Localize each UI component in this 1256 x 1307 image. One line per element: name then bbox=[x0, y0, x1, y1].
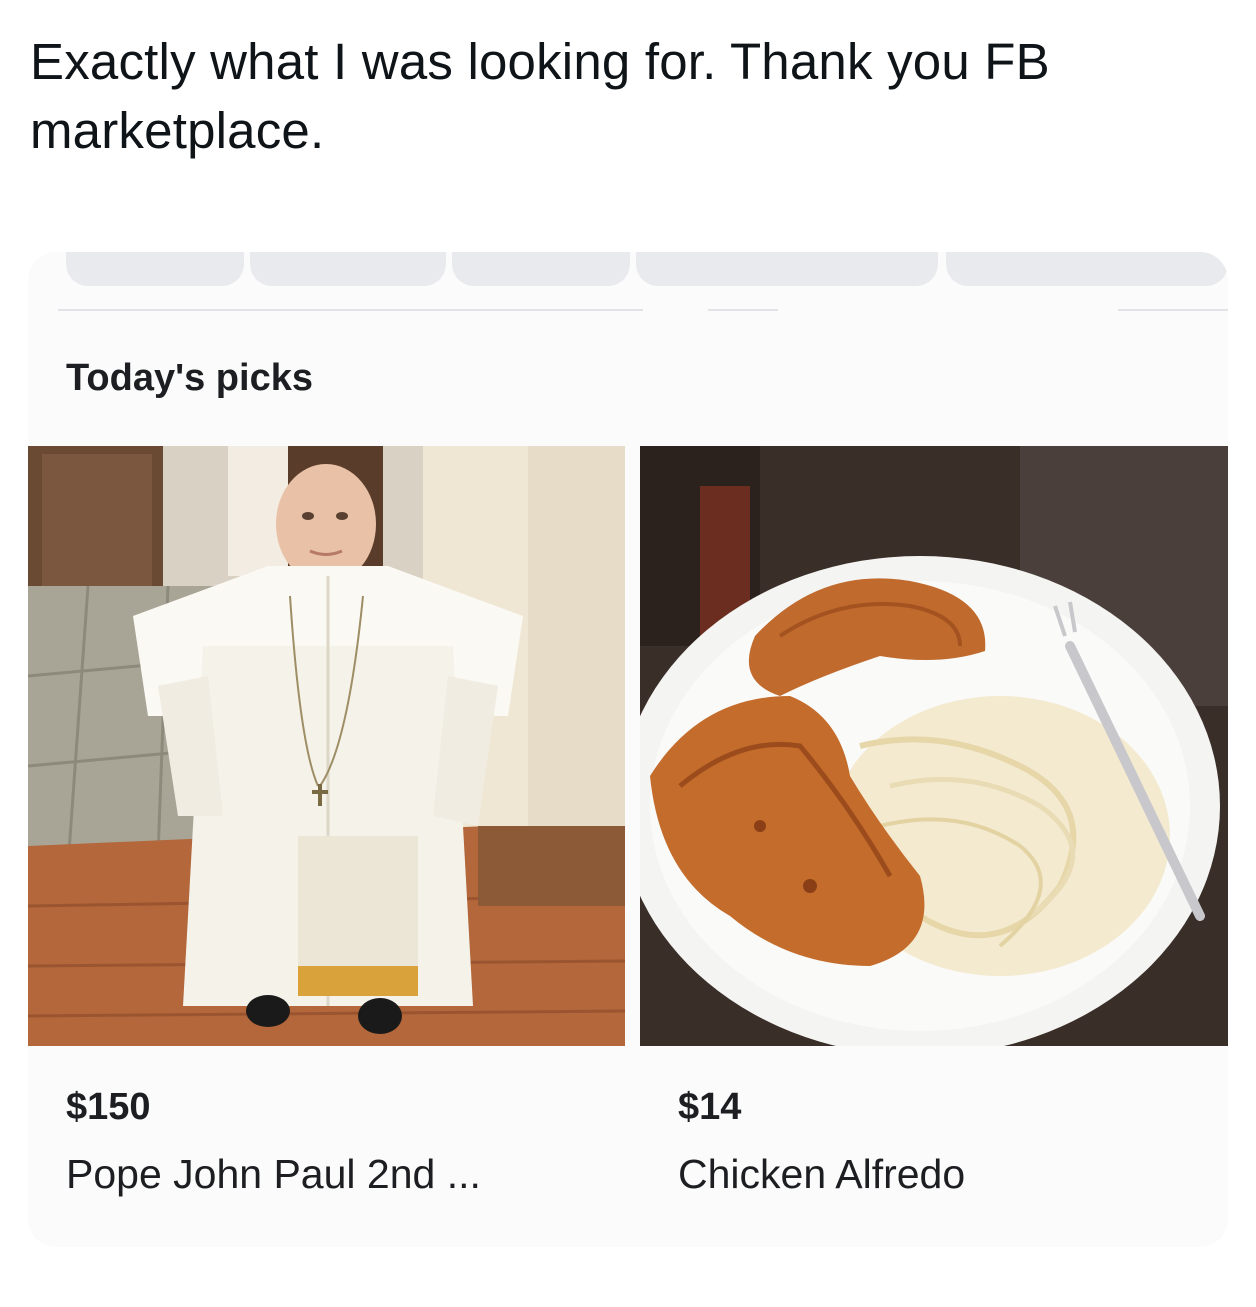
listing-title[interactable]: Chicken Alfredo bbox=[678, 1151, 1228, 1198]
listing-photo-chicken-alfredo[interactable] bbox=[640, 446, 1228, 1046]
listing-card-chicken-alfredo[interactable]: $14 Chicken Alfredo bbox=[640, 446, 1228, 1198]
category-pill[interactable] bbox=[946, 252, 1228, 286]
divider bbox=[708, 309, 778, 311]
listing-photo-pope[interactable] bbox=[28, 446, 625, 1046]
listing-price: $14 bbox=[678, 1086, 742, 1128]
listing-price: $150 bbox=[66, 1086, 151, 1128]
chicken-alfredo-photo-icon bbox=[640, 446, 1228, 1046]
divider bbox=[1118, 309, 1228, 311]
section-title: Today's picks bbox=[66, 357, 313, 399]
listing-card-pope[interactable]: $150 Pope John Paul 2nd ... bbox=[28, 446, 625, 1198]
category-pill[interactable] bbox=[66, 252, 244, 286]
category-pill[interactable] bbox=[636, 252, 938, 286]
pope-doll-photo-icon bbox=[28, 446, 625, 1046]
post-text: Exactly what I was looking for. Thank yo… bbox=[30, 33, 1050, 159]
category-pill[interactable] bbox=[452, 252, 630, 286]
category-pills bbox=[28, 252, 1228, 290]
listing-title[interactable]: Pope John Paul 2nd ... bbox=[66, 1151, 625, 1198]
divider bbox=[58, 309, 643, 311]
category-pill[interactable] bbox=[250, 252, 446, 286]
marketplace-screenshot: Today's picks $150 Pope John Paul 2nd ..… bbox=[28, 252, 1228, 1247]
